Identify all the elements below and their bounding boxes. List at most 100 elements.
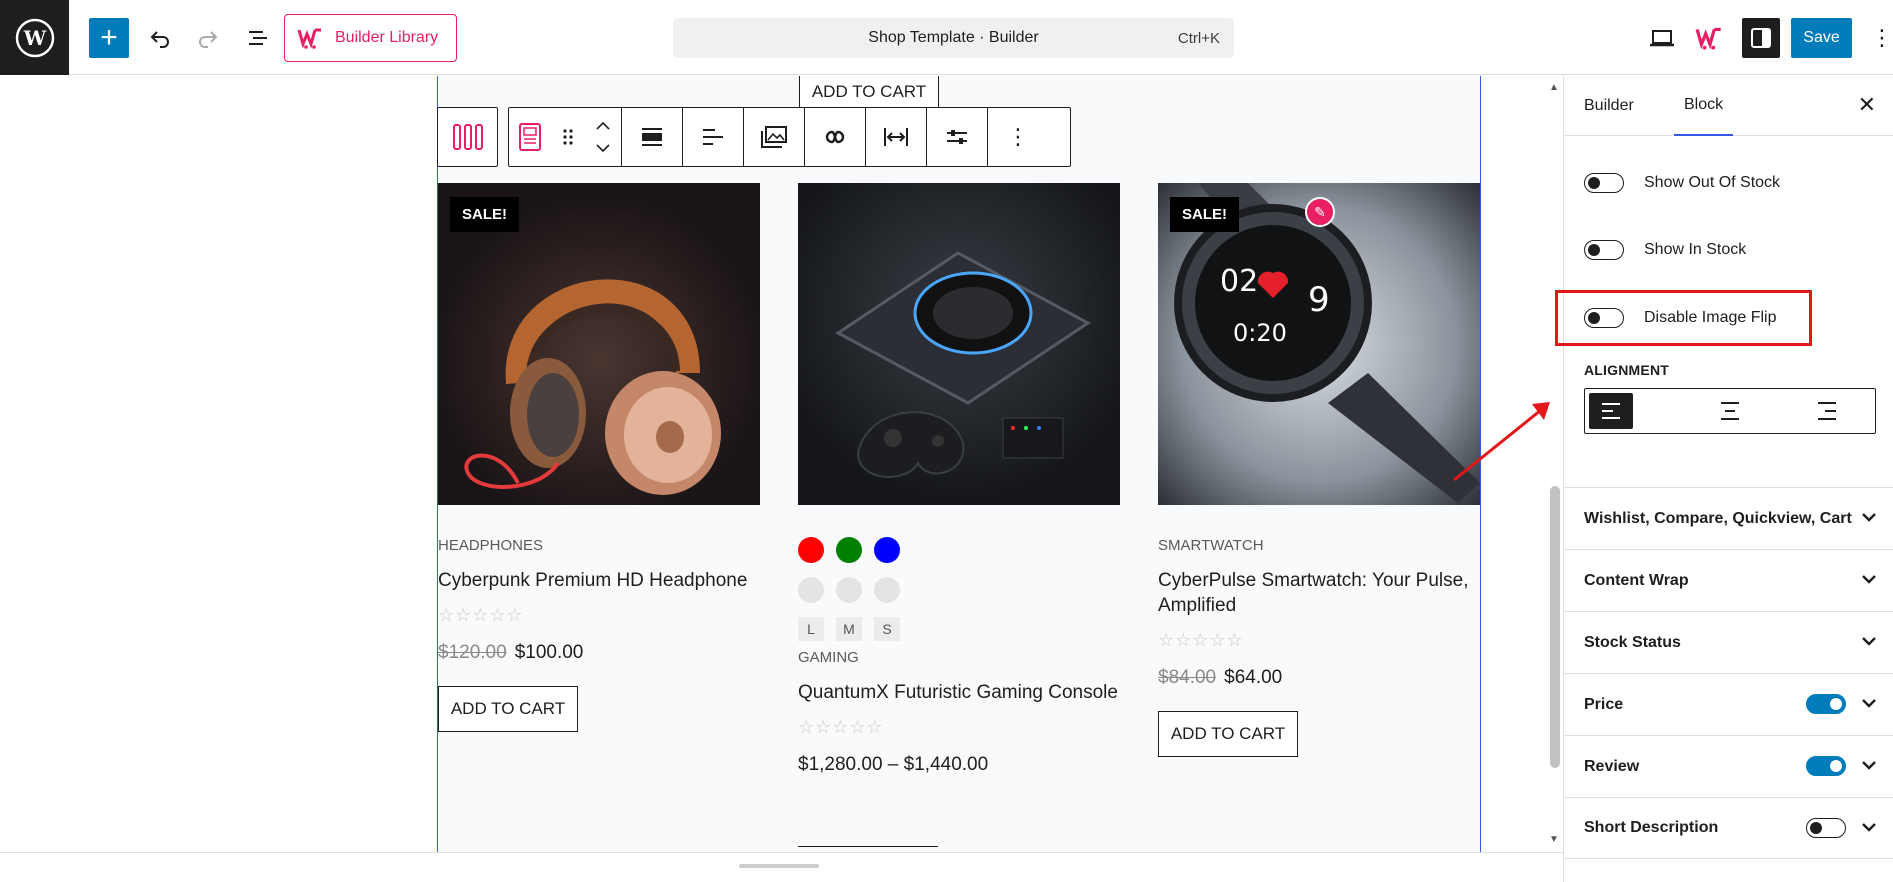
section-stock-status[interactable]: Stock Status: [1564, 611, 1893, 673]
section-price[interactable]: Price: [1564, 673, 1893, 735]
sale-price: $64.00: [1224, 667, 1283, 688]
more-options-button[interactable]: ⋮: [988, 108, 1048, 166]
annotation-arrow-icon: [1453, 402, 1550, 482]
scroll-up-icon[interactable]: ▲: [1549, 82, 1559, 93]
tab-builder[interactable]: Builder: [1584, 76, 1634, 136]
block-settings-button[interactable]: [927, 108, 988, 166]
add-block-button[interactable]: +: [89, 18, 129, 58]
document-overview-button[interactable]: [238, 18, 278, 58]
section-title: Wishlist, Compare, Quickview, Cart: [1584, 509, 1852, 527]
resize-handle[interactable]: [739, 864, 819, 868]
section-content-wrap[interactable]: Content Wrap: [1564, 549, 1893, 611]
section-title: Stock Status: [1584, 633, 1681, 651]
product-title[interactable]: CyberPulse Smartwatch: Your Pulse, Ampli…: [1158, 568, 1480, 618]
tab-block[interactable]: Block: [1674, 76, 1734, 136]
toggle-label: Show In Stock: [1644, 241, 1747, 258]
annotation-highlight-box: [1555, 290, 1812, 346]
drag-handle-icon[interactable]: [562, 127, 574, 147]
vertical-dots-icon: ⋮: [1007, 124, 1029, 149]
product-image[interactable]: SALE!: [438, 183, 760, 505]
align-center-option[interactable]: [1682, 389, 1779, 433]
align-block-button[interactable]: [622, 108, 683, 166]
review-toggle-switch[interactable]: [1806, 756, 1846, 776]
section-short-description[interactable]: Short Description: [1564, 797, 1893, 859]
alignment-control: [1584, 388, 1876, 434]
move-up-down-icon[interactable]: [595, 120, 611, 154]
redo-button[interactable]: [188, 18, 228, 58]
pin-icon[interactable]: ✎: [1305, 197, 1335, 227]
product-category[interactable]: HEADPHONES: [438, 537, 760, 554]
block-type-and-move[interactable]: [509, 108, 622, 166]
color-swatch[interactable]: [798, 537, 824, 563]
align-left-icon: [1602, 403, 1620, 419]
chevron-down-icon: [1862, 575, 1876, 584]
image-settings-button[interactable]: [744, 108, 805, 166]
size-swatch[interactable]: M: [836, 617, 862, 641]
price-toggle-switch[interactable]: [1806, 694, 1846, 714]
image-swatches: [798, 577, 1120, 603]
vertical-dots-icon: ⋮: [1871, 25, 1893, 50]
product-card: L M S GAMING QuantumX Futuristic Gaming …: [798, 183, 1120, 776]
settings-panel-toggle[interactable]: [1742, 18, 1780, 58]
product-price: $120.00 $100.00: [438, 642, 760, 664]
add-to-cart-button[interactable]: ADD TO CART: [438, 686, 578, 732]
toggle-switch[interactable]: [1584, 173, 1624, 193]
image-swatch[interactable]: [798, 577, 824, 603]
command-palette-button[interactable]: Shop Template · Builder Ctrl+K: [673, 18, 1234, 58]
size-swatch[interactable]: L: [798, 617, 824, 641]
align-left-icon: [703, 129, 723, 145]
wowstore-settings-button[interactable]: [1693, 18, 1727, 58]
list-view-icon: [249, 31, 267, 45]
product-image[interactable]: 02 9 0:20 SALE! ✎: [1158, 183, 1480, 505]
product-category[interactable]: GAMING: [798, 649, 1120, 666]
wowstore-logo-icon: [1695, 27, 1721, 50]
horizontal-resize-icon: [884, 128, 908, 146]
sale-badge: SALE!: [1170, 197, 1239, 232]
color-swatch[interactable]: [836, 537, 862, 563]
options-menu-button[interactable]: ⋮: [1871, 18, 1893, 58]
product-title[interactable]: Cyberpunk Premium HD Headphone: [438, 568, 760, 593]
image-swatch[interactable]: [874, 577, 900, 603]
product-title[interactable]: QuantumX Futuristic Gaming Console: [798, 680, 1120, 705]
sale-badge: SALE!: [450, 197, 519, 232]
toggle-show-out-of-stock[interactable]: Show Out Of Stock: [1584, 168, 1780, 198]
section-review[interactable]: Review: [1564, 735, 1893, 797]
width-button[interactable]: [866, 108, 927, 166]
wowstore-logo-icon: [297, 28, 321, 49]
wordpress-logo-button[interactable]: W: [0, 0, 69, 75]
product-card: 02 9 0:20 SALE! ✎ SMARTWATCH CyberPulse …: [1158, 183, 1480, 757]
builder-library-button[interactable]: Builder Library: [284, 14, 457, 62]
product-category[interactable]: SMARTWATCH: [1158, 537, 1480, 554]
parent-block-selector[interactable]: [437, 107, 498, 167]
section-wishlist-compare[interactable]: Wishlist, Compare, Quickview, Cart: [1564, 487, 1893, 549]
chevron-down-icon: [1862, 637, 1876, 646]
link-button[interactable]: [805, 108, 866, 166]
product-price: $84.00 $64.00: [1158, 667, 1480, 689]
toggle-show-in-stock[interactable]: Show In Stock: [1584, 235, 1746, 265]
block-toolbar: ⋮: [508, 107, 1071, 167]
image-swatch[interactable]: [836, 577, 862, 603]
builder-library-label: Builder Library: [335, 29, 439, 46]
sliders-icon: [947, 130, 967, 144]
preview-device-button[interactable]: [1645, 18, 1679, 58]
scroll-down-icon[interactable]: ▼: [1549, 834, 1559, 845]
undo-button[interactable]: [140, 18, 180, 58]
add-to-cart-button[interactable]: ADD TO CART: [799, 76, 939, 108]
product-image[interactable]: [798, 183, 1120, 505]
align-right-option[interactable]: [1778, 389, 1875, 433]
close-icon[interactable]: ✕: [1858, 92, 1876, 118]
product-card: SALE! HEADPHONES Cyberpunk Premium HD He…: [438, 183, 760, 732]
size-swatch[interactable]: S: [874, 617, 900, 641]
size-swatches: L M S: [798, 617, 1120, 641]
gaming-console-image: [835, 251, 1091, 478]
short-description-toggle-switch[interactable]: [1806, 818, 1846, 838]
align-left-option[interactable]: [1585, 389, 1682, 433]
sidebar-panel-icon: [1751, 28, 1771, 48]
text-align-button[interactable]: [683, 108, 744, 166]
scrollbar-thumb[interactable]: [1550, 486, 1560, 768]
toggle-switch[interactable]: [1584, 240, 1624, 260]
save-button[interactable]: Save: [1791, 18, 1852, 58]
color-swatch[interactable]: [874, 537, 900, 563]
add-to-cart-button[interactable]: ADD TO CART: [1158, 711, 1298, 757]
redo-icon: [199, 31, 218, 48]
